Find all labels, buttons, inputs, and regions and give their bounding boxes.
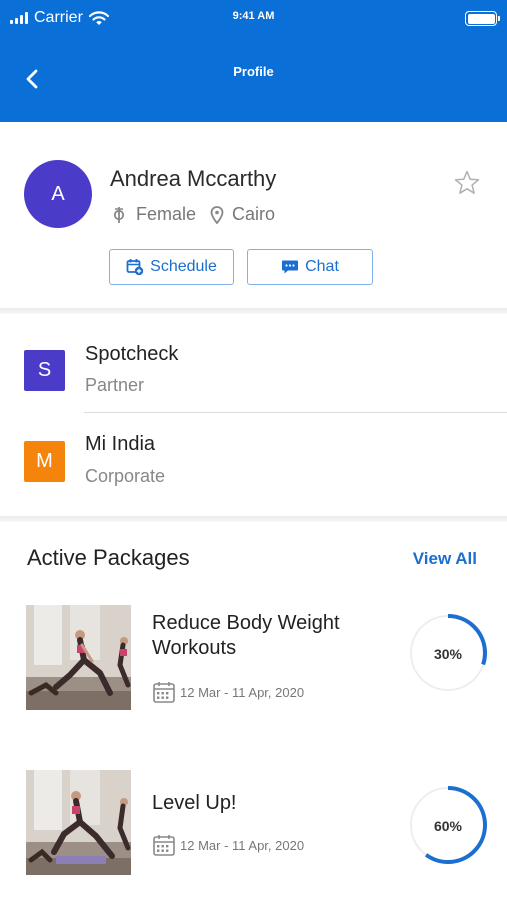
- package-card[interactable]: Reduce Body Weight Workouts 12 Mar - 11 …: [0, 605, 507, 715]
- page-title: Profile: [233, 64, 274, 79]
- schedule-label: Schedule: [150, 258, 217, 275]
- favorite-button[interactable]: [452, 168, 482, 198]
- org-name: Mi India: [85, 433, 156, 455]
- calendar-icon: [153, 835, 175, 856]
- package-title: Level Up!: [152, 792, 237, 814]
- package-thumbnail[interactable]: [26, 770, 131, 875]
- chat-button[interactable]: Chat: [247, 249, 373, 285]
- profile-card: A Andrea Mccarthy Female Cairo Schedule …: [0, 122, 507, 310]
- org-item[interactable]: S Spotcheck Partner: [0, 322, 507, 414]
- gender-icon: [113, 206, 125, 223]
- calendar-add-icon: [126, 259, 144, 276]
- view-all-link[interactable]: View All: [413, 549, 477, 569]
- app-header: Carrier 9:41 AM Profile: [0, 0, 507, 122]
- package-thumbnail[interactable]: [26, 605, 131, 710]
- status-time: 9:41 AM: [232, 10, 275, 22]
- status-bar: Carrier 9:41 AM: [0, 0, 507, 36]
- org-name: Spotcheck: [85, 343, 179, 365]
- org-initial: S: [37, 359, 52, 381]
- package-date-range: 12 Mar - 11 Apr, 2020: [180, 837, 305, 853]
- chat-bubble-icon: [282, 260, 299, 274]
- profile-name: Andrea Mccarthy: [110, 166, 277, 191]
- section-title: Active Packages: [27, 545, 190, 570]
- schedule-button[interactable]: Schedule: [109, 249, 234, 285]
- avatar: A: [24, 160, 92, 228]
- battery-icon: [465, 11, 500, 26]
- package-date-range: 12 Mar - 11 Apr, 2020: [180, 684, 305, 700]
- org-initial: M: [36, 450, 53, 472]
- package-dates: 12 Mar - 11 Apr, 2020: [152, 680, 304, 704]
- package-title: Reduce Body Weight Workouts: [152, 612, 340, 659]
- org-badge: S: [24, 350, 65, 391]
- org-type: Corporate: [85, 466, 166, 486]
- package-card[interactable]: Level Up! 12 Mar - 11 Apr, 2020 60%: [0, 770, 507, 880]
- section-divider: [0, 516, 507, 522]
- progress-label: 30%: [433, 646, 463, 662]
- org-badge: M: [24, 441, 65, 482]
- section-divider: [0, 308, 507, 314]
- location-pin-icon: [210, 205, 224, 224]
- progress-label: 60%: [433, 818, 463, 834]
- location-label: Cairo: [232, 204, 276, 224]
- star-icon: [454, 170, 480, 194]
- profile-meta: Female Cairo: [110, 204, 275, 225]
- calendar-icon: [153, 682, 175, 703]
- org-type: Partner: [85, 375, 145, 395]
- package-dates: 12 Mar - 11 Apr, 2020: [152, 833, 304, 857]
- chat-label: Chat: [305, 258, 339, 275]
- gender-label: Female: [136, 204, 197, 224]
- avatar-initial: A: [51, 182, 65, 205]
- org-item[interactable]: M Mi India Corporate: [0, 413, 507, 505]
